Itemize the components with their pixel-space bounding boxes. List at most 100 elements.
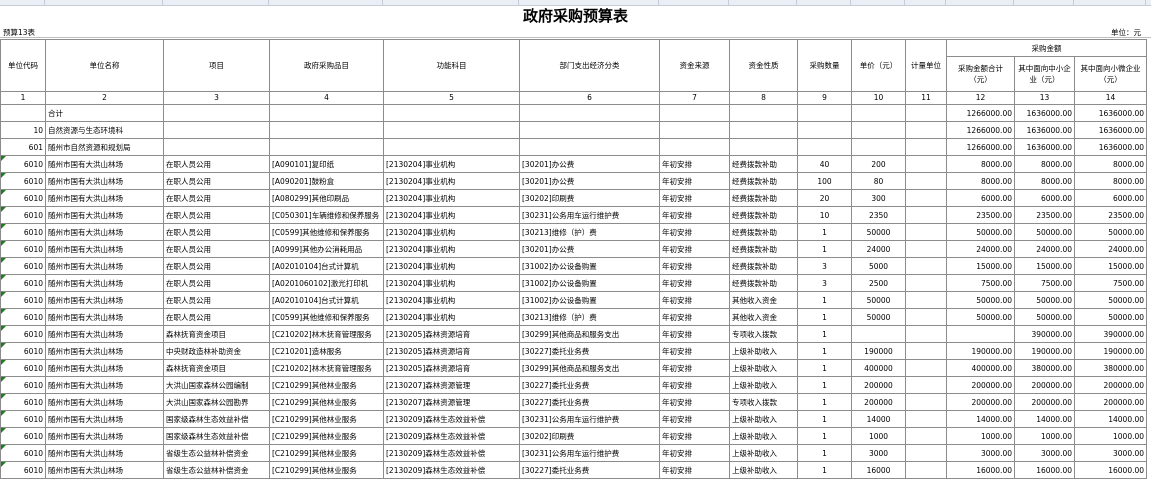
cell-code[interactable]: 6010 <box>0 308 46 326</box>
cell-price[interactable] <box>851 325 906 343</box>
cell-project[interactable]: 中央财政造林补助资金 <box>163 342 270 360</box>
cell-qty[interactable]: 1 <box>797 308 852 326</box>
cell-func[interactable]: [2130209]森林生态效益补偿 <box>383 444 520 462</box>
cell-item[interactable]: [C210299]其他林业服务 <box>269 444 384 462</box>
cell-micro[interactable]: 200000.00 <box>1073 393 1148 411</box>
cell-item[interactable] <box>269 104 384 122</box>
cell-measure[interactable] <box>905 223 947 241</box>
cell-func[interactable]: [2130205]森林资源培育 <box>383 342 520 360</box>
cell-code[interactable]: 6010 <box>0 342 46 360</box>
cell-total[interactable]: 1000.00 <box>946 427 1015 445</box>
cell-total[interactable]: 8000.00 <box>946 172 1015 190</box>
cell-price[interactable]: 1000 <box>851 427 906 445</box>
cell-price[interactable] <box>851 104 906 122</box>
cell-qty[interactable]: 3 <box>797 257 852 275</box>
cell-qty[interactable]: 1 <box>797 359 852 377</box>
cell-item[interactable]: [A0201060102]激光打印机 <box>269 274 384 292</box>
cell-econ[interactable]: [30202]印刷费 <box>519 189 660 207</box>
cell-micro[interactable]: 6000.00 <box>1073 189 1148 207</box>
cell-econ[interactable] <box>519 104 660 122</box>
cell-sme[interactable]: 380000.00 <box>1014 359 1075 377</box>
table-row[interactable]: 6010 随州市国有大洪山林场 国家级森林生态效益补偿 [C210299]其他林业服务… <box>0 427 1148 445</box>
header-unit-name[interactable]: 单位名称 <box>45 39 164 92</box>
cell-name[interactable]: 随州市国有大洪山林场 <box>45 427 164 445</box>
cell-qty[interactable]: 3 <box>797 274 852 292</box>
cell-project[interactable]: 在职人员公用 <box>163 257 270 275</box>
cell-econ[interactable]: [30299]其他商品和服务支出 <box>519 359 660 377</box>
cell-code[interactable]: 6010 <box>0 189 46 207</box>
cell-total[interactable]: 15000.00 <box>946 257 1015 275</box>
cell-micro[interactable]: 15000.00 <box>1073 257 1148 275</box>
cell-qty[interactable] <box>797 138 852 156</box>
cell-micro[interactable]: 16000.00 <box>1073 461 1148 479</box>
cell-name[interactable]: 随州市国有大洪山林场 <box>45 342 164 360</box>
cell-name[interactable]: 随州市国有大洪山林场 <box>45 461 164 479</box>
cell-source[interactable]: 年初安排 <box>659 342 730 360</box>
cell-total[interactable]: 200000.00 <box>946 393 1015 411</box>
cell-project[interactable] <box>163 121 270 139</box>
cell-total[interactable]: 6000.00 <box>946 189 1015 207</box>
cell-total[interactable]: 400000.00 <box>946 359 1015 377</box>
cell-name[interactable]: 随州市国有大洪山林场 <box>45 240 164 258</box>
cell-sme[interactable]: 50000.00 <box>1014 291 1075 309</box>
cell-micro[interactable]: 1636000.00 <box>1073 104 1148 122</box>
cell-name[interactable]: 随州市国有大洪山林场 <box>45 376 164 394</box>
cell-source[interactable]: 年初安排 <box>659 206 730 224</box>
cell-qty[interactable]: 1 <box>797 342 852 360</box>
cell-measure[interactable] <box>905 461 947 479</box>
cell-measure[interactable] <box>905 189 947 207</box>
cell-total[interactable] <box>946 325 1015 343</box>
cell-project[interactable]: 在职人员公用 <box>163 308 270 326</box>
table-row[interactable]: 6010 随州市国有大洪山林场 在职人员公用 [C050301]车辆维修和保养服务 [2… <box>0 206 1148 224</box>
column-index-cell[interactable]: 14 <box>1073 91 1148 105</box>
cell-project[interactable]: 省级生态公益林补偿资金 <box>163 444 270 462</box>
cell-item[interactable] <box>269 138 384 156</box>
cell-nature[interactable]: 上级补助收入 <box>729 359 798 377</box>
cell-micro[interactable]: 8000.00 <box>1073 172 1148 190</box>
cell-code[interactable]: 10 <box>0 121 46 139</box>
cell-name[interactable]: 随州市国有大洪山林场 <box>45 155 164 173</box>
cell-source[interactable]: 年初安排 <box>659 291 730 309</box>
cell-name[interactable]: 随州市国有大洪山林场 <box>45 359 164 377</box>
cell-func[interactable] <box>383 104 520 122</box>
cell-name[interactable]: 随州市国有大洪山林场 <box>45 206 164 224</box>
cell-code[interactable]: 6010 <box>0 274 46 292</box>
cell-name[interactable]: 自然资源与生态环境科 <box>45 121 164 139</box>
cell-total[interactable]: 8000.00 <box>946 155 1015 173</box>
cell-micro[interactable]: 1636000.00 <box>1073 138 1148 156</box>
table-row[interactable]: 6010 随州市国有大洪山林场 中央财政造林补助资金 [C210201]造林服务 [21… <box>0 342 1148 360</box>
cell-measure[interactable] <box>905 274 947 292</box>
cell-code[interactable]: 601 <box>0 138 46 156</box>
cell-micro[interactable]: 1000.00 <box>1073 427 1148 445</box>
cell-sme[interactable]: 390000.00 <box>1014 325 1075 343</box>
cell-nature[interactable]: 经费拨款补助 <box>729 189 798 207</box>
cell-item[interactable]: [A0999]其他办公消耗用品 <box>269 240 384 258</box>
cell-code[interactable]: 6010 <box>0 376 46 394</box>
cell-econ[interactable] <box>519 121 660 139</box>
cell-measure[interactable] <box>905 444 947 462</box>
cell-measure[interactable] <box>905 104 947 122</box>
cell-nature[interactable]: 上级补助收入 <box>729 376 798 394</box>
cell-sme[interactable]: 1636000.00 <box>1014 121 1075 139</box>
cell-source[interactable]: 年初安排 <box>659 359 730 377</box>
cell-nature[interactable]: 上级补助收入 <box>729 342 798 360</box>
cell-name[interactable]: 随州市国有大洪山林场 <box>45 308 164 326</box>
cell-project[interactable]: 在职人员公用 <box>163 172 270 190</box>
cell-name[interactable]: 随州市国有大洪山林场 <box>45 410 164 428</box>
column-index-cell[interactable]: 3 <box>163 91 270 105</box>
column-index-cell[interactable]: 7 <box>659 91 730 105</box>
column-index-cell[interactable]: 5 <box>383 91 520 105</box>
cell-econ[interactable]: [31002]办公设备购置 <box>519 291 660 309</box>
cell-name[interactable]: 随州市国有大洪山林场 <box>45 444 164 462</box>
cell-project[interactable]: 在职人员公用 <box>163 155 270 173</box>
cell-sme[interactable]: 1000.00 <box>1014 427 1075 445</box>
cell-micro[interactable]: 380000.00 <box>1073 359 1148 377</box>
cell-source[interactable] <box>659 138 730 156</box>
cell-source[interactable]: 年初安排 <box>659 427 730 445</box>
cell-qty[interactable]: 1 <box>797 427 852 445</box>
cell-price[interactable]: 24000 <box>851 240 906 258</box>
cell-micro[interactable]: 50000.00 <box>1073 291 1148 309</box>
cell-func[interactable]: [2130204]事业机构 <box>383 274 520 292</box>
cell-price[interactable]: 2350 <box>851 206 906 224</box>
cell-qty[interactable]: 20 <box>797 189 852 207</box>
